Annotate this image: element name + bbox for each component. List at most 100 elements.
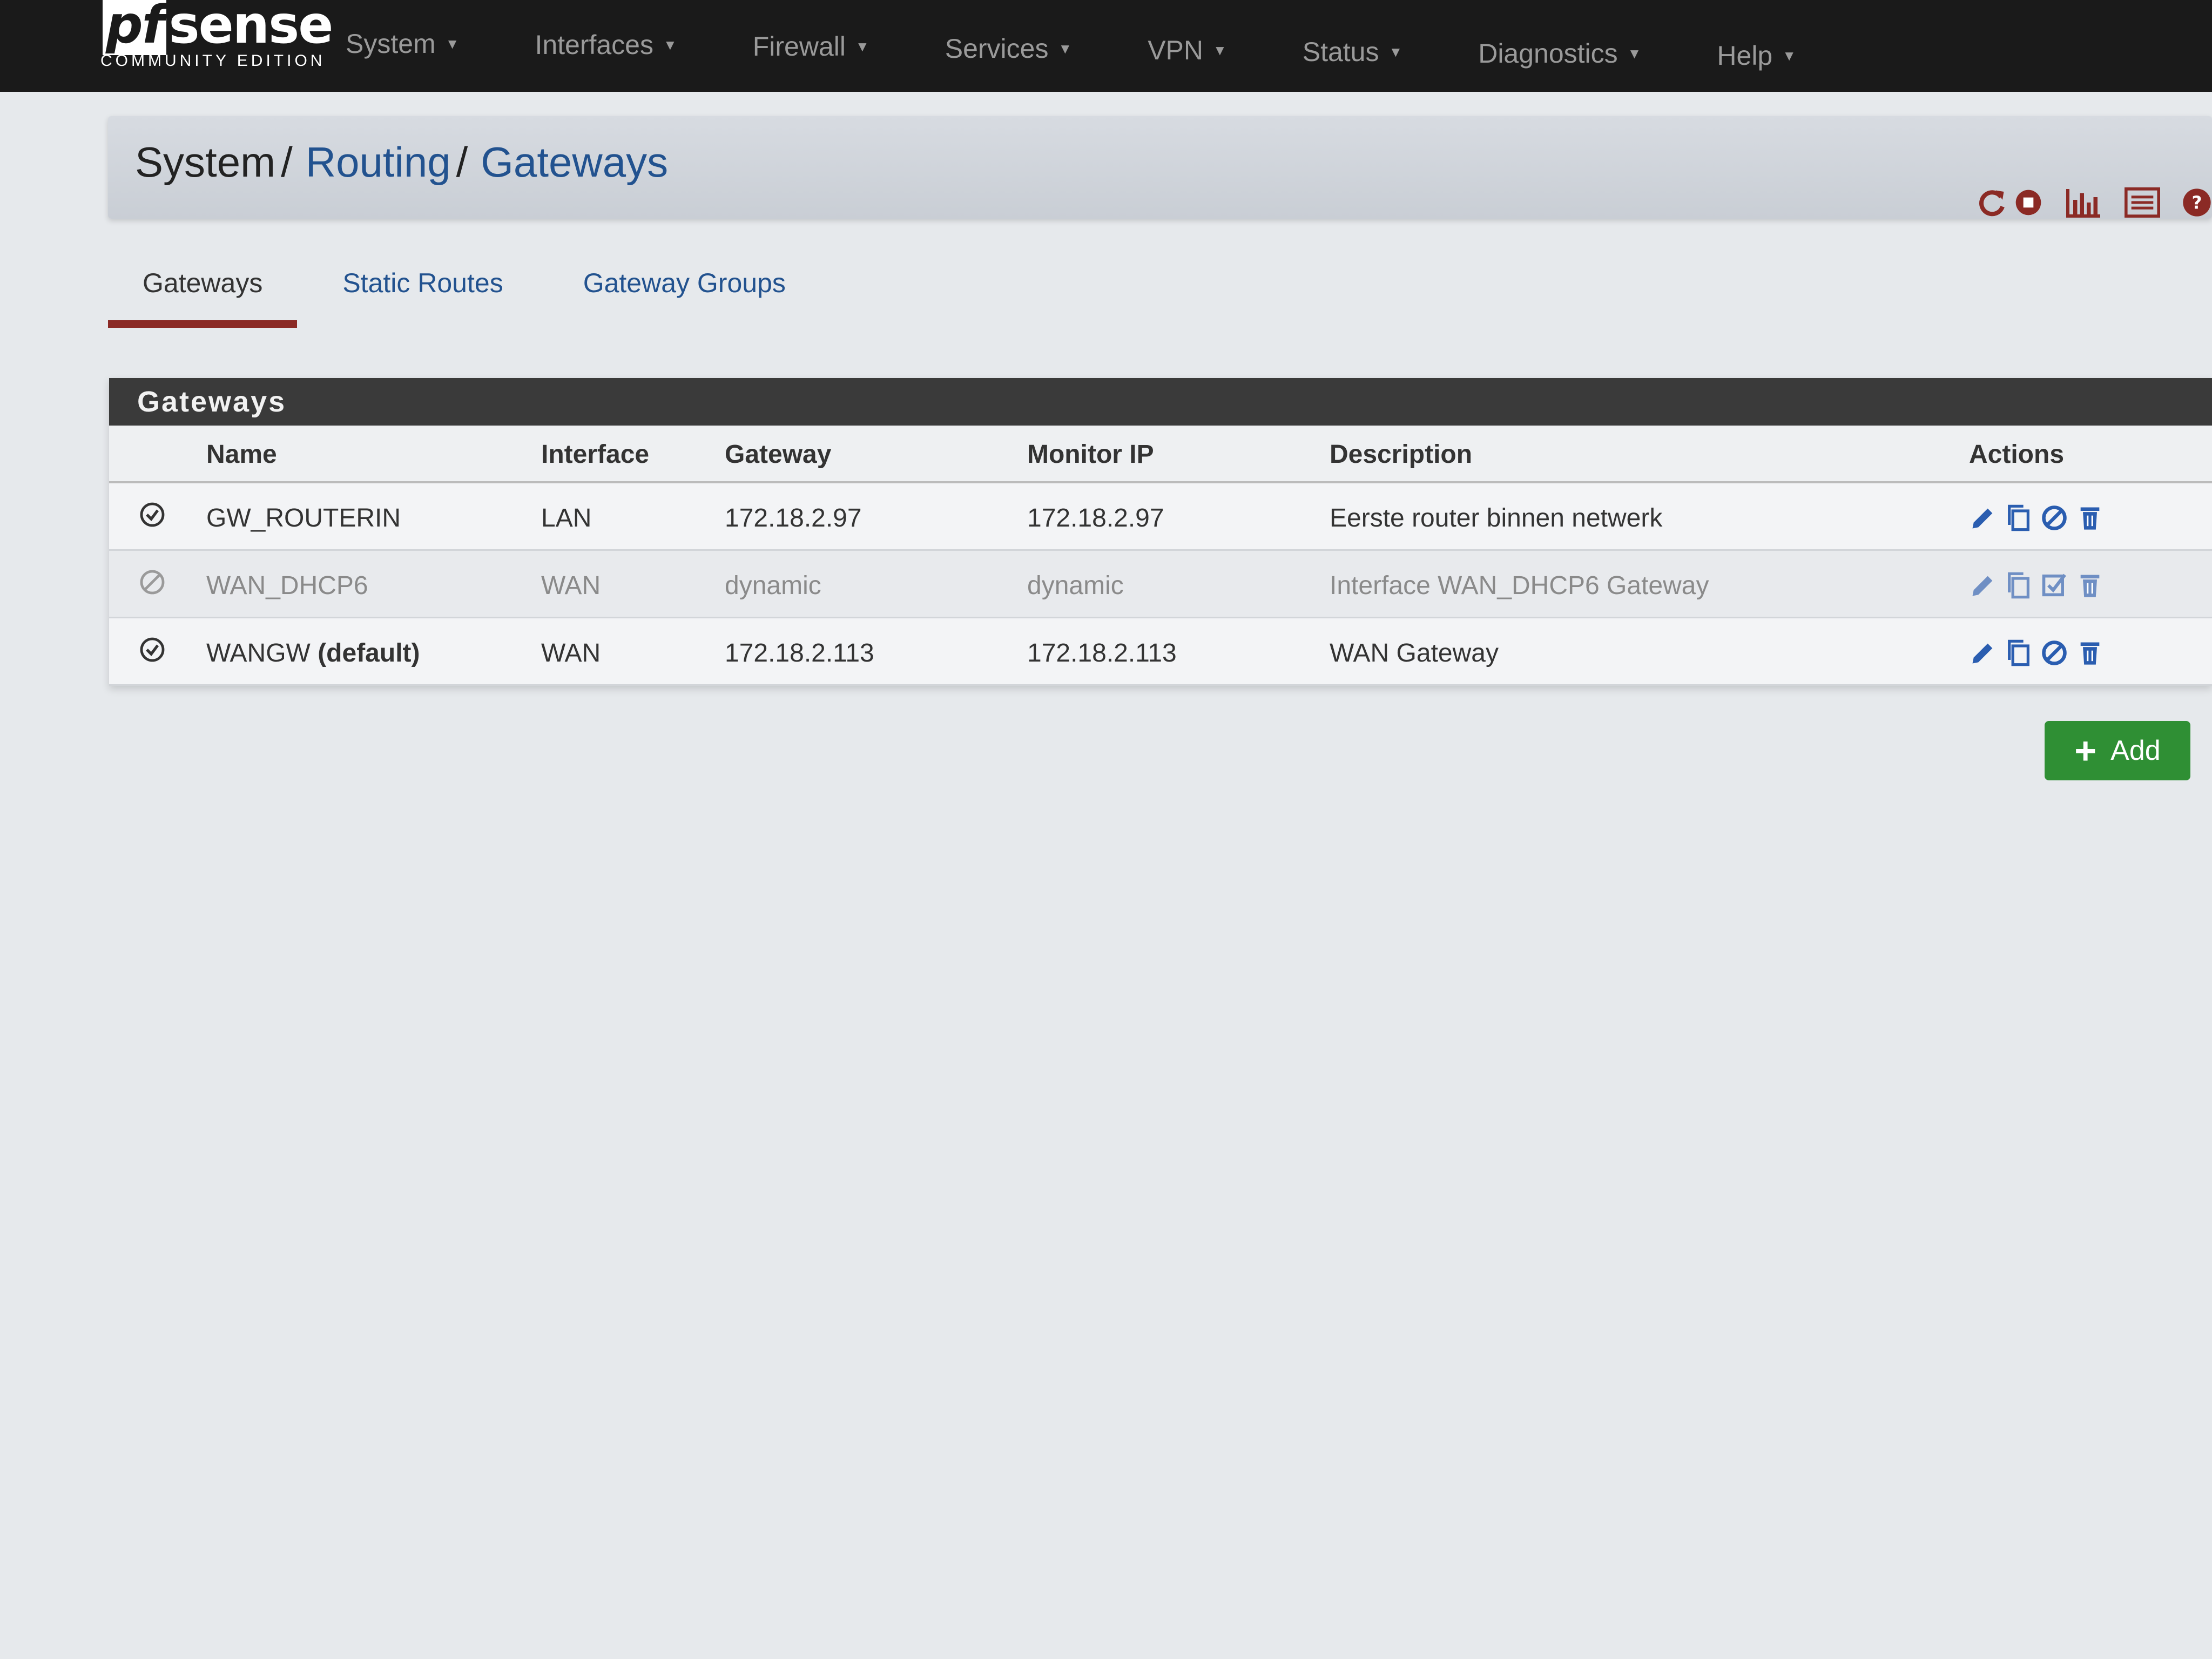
gateway-interface: WAN: [530, 550, 714, 618]
caret-down-icon: ▼: [1388, 43, 1403, 60]
breadcrumb-routing[interactable]: Routing: [306, 138, 451, 186]
trash-icon[interactable]: [2076, 639, 2104, 667]
action-buttons: [1969, 504, 2201, 532]
nav-system[interactable]: System ▼: [346, 16, 459, 71]
stop-icon[interactable]: [2013, 187, 2044, 218]
gateway-address: 172.18.2.97: [714, 482, 1016, 551]
breadcrumb-separator: /: [281, 138, 293, 186]
enable-icon[interactable]: [2040, 571, 2068, 599]
gateway-address: 172.18.2.113: [714, 617, 1016, 686]
gateway-name-text: WAN_DHCP6: [206, 571, 368, 600]
edit-pencil-icon[interactable]: [1969, 504, 1997, 532]
tab-static-routes[interactable]: Static Routes: [308, 267, 537, 328]
header-interface[interactable]: Interface: [530, 426, 714, 483]
table-row: WAN_DHCP6 WAN dynamic dynamic Interface …: [109, 550, 2212, 618]
status-cell: [109, 482, 195, 551]
header-name[interactable]: Name: [195, 426, 530, 483]
caret-down-icon: ▼: [663, 36, 677, 53]
copy-icon[interactable]: [2005, 639, 2033, 667]
table-header-row: Name Interface Gateway Monitor IP Descri…: [109, 426, 2212, 483]
tab-gateways[interactable]: Gateways: [108, 267, 298, 328]
check-circle-icon[interactable]: [139, 637, 165, 663]
gateway-actions: [1958, 617, 2212, 686]
edit-pencil-icon[interactable]: [1969, 639, 1997, 667]
gateway-interface: WAN: [530, 617, 714, 686]
header-description[interactable]: Description: [1319, 426, 1958, 483]
breadcrumb: System / Routing / Gateways: [135, 138, 668, 187]
restart-icon[interactable]: [1975, 186, 2008, 219]
help-icon[interactable]: ?: [2182, 187, 2212, 218]
table-row: WANGW (default) WAN 172.18.2.113 172.18.…: [109, 617, 2212, 686]
edit-pencil-icon[interactable]: [1969, 571, 1997, 599]
caret-down-icon: ▼: [1782, 47, 1796, 64]
status-cell: [109, 550, 195, 618]
gateway-name: GW_ROUTERIN: [195, 482, 530, 551]
pfsense-logo[interactable]: pf sense COMMUNITY EDITION: [97, 0, 333, 81]
nav-vpn[interactable]: VPN ▼: [1148, 29, 1227, 71]
tab-bar: Gateways Static Routes Gateway Groups: [108, 267, 831, 328]
gateway-name-text: WANGW: [206, 638, 311, 667]
caret-down-icon: ▼: [1058, 40, 1073, 57]
gateway-description: Eerste router binnen netwerk: [1319, 482, 1958, 551]
gateways-table: Name Interface Gateway Monitor IP Descri…: [109, 426, 2212, 686]
breadcrumb-gateways[interactable]: Gateways: [481, 138, 668, 186]
gateway-description: WAN Gateway: [1319, 617, 1958, 686]
top-navbar: pf sense COMMUNITY EDITION System ▼ Interf…: [0, 0, 2212, 92]
copy-icon[interactable]: [2005, 571, 2033, 599]
nav-interfaces[interactable]: Interfaces ▼: [535, 18, 677, 71]
chart-icon[interactable]: [2065, 186, 2103, 219]
trash-icon[interactable]: [2076, 504, 2104, 532]
header-status: [109, 426, 195, 483]
logo-pf: pf: [103, 0, 167, 55]
action-buttons: [1969, 639, 2201, 667]
trash-icon[interactable]: [2076, 571, 2104, 599]
nav-services[interactable]: Services ▼: [945, 26, 1072, 71]
gateway-name-text: GW_ROUTERIN: [206, 503, 401, 532]
gateway-monitor-ip: dynamic: [1016, 550, 1319, 618]
gateway-monitor-ip: 172.18.2.113: [1016, 617, 1319, 686]
nav-system-label: System: [346, 29, 436, 59]
gateway-interface: LAN: [530, 482, 714, 551]
panel-title: Gateways: [109, 378, 2212, 426]
default-label: (default): [318, 638, 420, 667]
plus-icon: +: [2074, 730, 2097, 772]
gateway-address: dynamic: [714, 550, 1016, 618]
nav-services-label: Services: [945, 33, 1049, 64]
gateway-name: WAN_DHCP6: [195, 550, 530, 618]
logo-wordmark: pf sense: [103, 0, 333, 55]
nav-firewall[interactable]: Firewall ▼: [753, 22, 869, 71]
ban-icon[interactable]: [139, 569, 165, 595]
breadcrumb-separator: /: [456, 138, 468, 186]
add-button-label: Add: [2110, 735, 2161, 766]
breadcrumb-bar: System / Routing / Gateways ?: [108, 116, 2212, 219]
breadcrumb-system: System: [135, 138, 276, 186]
header-actions: Actions: [1958, 426, 2212, 483]
logo-sense: sense: [168, 0, 333, 55]
caret-down-icon: ▼: [855, 38, 869, 55]
nav-diagnostics[interactable]: Diagnostics ▼: [1478, 36, 1641, 71]
caret-down-icon: ▼: [1213, 42, 1227, 58]
disable-icon[interactable]: [2040, 639, 2068, 667]
tab-gateway-groups[interactable]: Gateway Groups: [549, 267, 820, 328]
table-row: GW_ROUTERIN LAN 172.18.2.97 172.18.2.97 …: [109, 482, 2212, 551]
action-buttons: [1969, 571, 2201, 599]
gateway-description: Interface WAN_DHCP6 Gateway: [1319, 550, 1958, 618]
page-tools: ?: [1975, 186, 2212, 219]
main-menu: System ▼ Interfaces ▼ Firewall ▼ Services ▼ …: [346, 16, 1872, 71]
disable-icon[interactable]: [2040, 504, 2068, 532]
check-circle-icon[interactable]: [139, 502, 165, 528]
status-cell: [109, 617, 195, 686]
header-monitor-ip[interactable]: Monitor IP: [1016, 426, 1319, 483]
nav-help[interactable]: Help ▼: [1717, 40, 1796, 71]
gateway-name: WANGW (default): [195, 617, 530, 686]
add-gateway-button[interactable]: + Add: [2045, 721, 2190, 780]
log-icon[interactable]: [2125, 187, 2160, 218]
header-gateway[interactable]: Gateway: [714, 426, 1016, 483]
nav-status[interactable]: Status ▼: [1303, 32, 1402, 71]
nav-interfaces-label: Interfaces: [535, 30, 653, 60]
nav-status-label: Status: [1302, 37, 1379, 67]
copy-icon[interactable]: [2005, 504, 2033, 532]
svg-text:?: ?: [2192, 193, 2202, 213]
nav-diagnostics-label: Diagnostics: [1478, 38, 1618, 69]
gateway-actions: [1958, 482, 2212, 551]
